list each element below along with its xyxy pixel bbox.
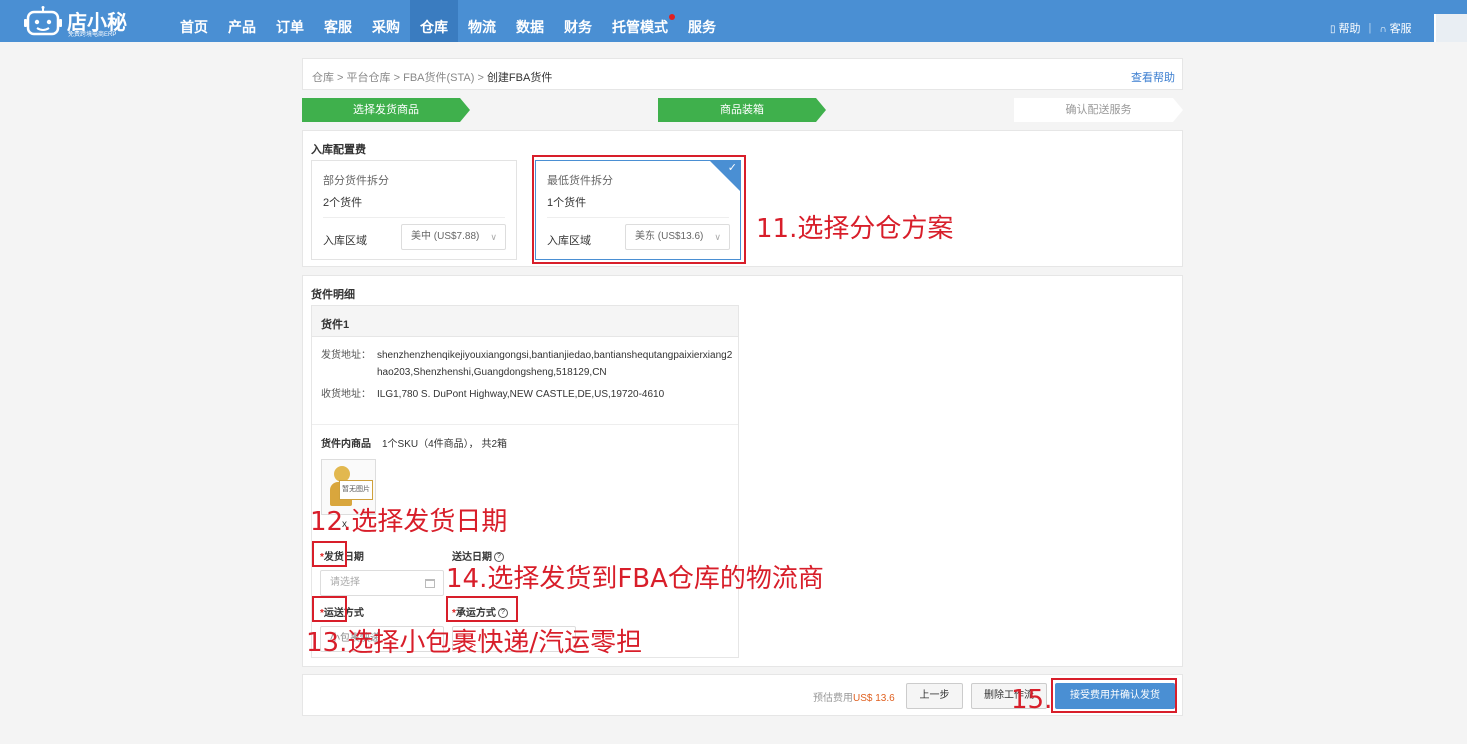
shipment-detail-section: 货件明细 货件1 发货地址： shenzhenzhenqikejiyouxian… [302, 275, 1183, 667]
book-icon: ▯ [1330, 24, 1336, 35]
shipment-name: 货件1 [321, 319, 350, 331]
breadcrumb-bar: 仓库 > 平台仓库 > FBA货件(STA) > 创建FBA货件 查看帮助 [302, 58, 1183, 90]
help-link[interactable]: ▯ 帮助 [1330, 20, 1361, 36]
annotation-14: 14.选择发货到FBA仓库的物流商 [446, 564, 824, 594]
logo-slogan: 免费跨境电商ERP [68, 32, 117, 38]
shipment-card: 货件1 发货地址： shenzhenzhenqikejiyouxiangongs… [311, 305, 739, 658]
question-icon[interactable]: ? [494, 552, 504, 563]
prev-step-button[interactable]: 上一步 [906, 683, 963, 709]
breadcrumb-fba-shipment[interactable]: FBA货件(STA) [403, 72, 474, 84]
nav-orders[interactable]: 订单 [266, 0, 314, 42]
notification-dot [669, 14, 675, 20]
robot-logo-icon [24, 6, 62, 36]
calendar-icon [425, 579, 435, 588]
ship-date-picker[interactable]: 请选择 [320, 570, 444, 596]
region-select[interactable]: 美中 (US$7.88) ∨ [401, 224, 506, 250]
breadcrumb-platform-warehouse[interactable]: 平台仓库 [347, 72, 391, 84]
nav-logistics[interactable]: 物流 [458, 0, 506, 42]
top-right-links: ▯ 帮助 | ∩ 客服 [1330, 20, 1412, 36]
annotation-12: 12.选择发货日期 [310, 507, 508, 537]
goods-label: 货件内商品 [321, 439, 371, 450]
placement-option-partial[interactable]: 部分货件拆分 2个货件 入库区域 美中 (US$7.88) ∨ [311, 160, 517, 260]
annotation-15: 15. [1011, 685, 1053, 715]
step-packing: 商品装箱 [658, 98, 826, 122]
nav-customer-service[interactable]: 客服 [314, 0, 362, 42]
step-select-products: 选择发货商品 [302, 98, 470, 122]
step-confirm-delivery: 确认配送服务 [1014, 98, 1183, 122]
annotation-11: 11.选择分仓方案 [756, 214, 954, 244]
section-title: 货件明细 [311, 289, 355, 301]
breadcrumb-warehouse[interactable]: 仓库 [312, 72, 334, 84]
nav-home[interactable]: 首页 [170, 0, 218, 42]
goods-count: 1个SKU（4件商品）， 共2箱 [382, 439, 508, 450]
nav-services[interactable]: 服务 [678, 0, 726, 42]
from-address: 发货地址： shenzhenzhenqikejiyouxiangongsi,ba… [321, 350, 733, 378]
divider: | [1368, 22, 1372, 34]
headset-icon: ∩ [1379, 24, 1387, 35]
main-nav: 首页 产品 订单 客服 采购 仓库 物流 数据 财务 托管模式 服务 [170, 0, 726, 42]
logo[interactable]: 店小秘 免费跨境电商ERP [22, 4, 132, 38]
nav-purchase[interactable]: 采购 [362, 0, 410, 42]
annotation-box-placement [532, 155, 746, 264]
chevron-down-icon: ∨ [490, 232, 497, 242]
user-avatar[interactable] [1434, 14, 1467, 42]
nav-products[interactable]: 产品 [218, 0, 266, 42]
section-title: 入库配置费 [311, 144, 366, 156]
service-link[interactable]: ∩ 客服 [1379, 20, 1411, 36]
nav-finance[interactable]: 财务 [554, 0, 602, 42]
top-navbar: 店小秘 免费跨境电商ERP 首页 产品 订单 客服 采购 仓库 物流 数据 财务… [0, 0, 1467, 42]
annotation-13: 13.选择小包裹快递/汽运零担 [306, 628, 643, 658]
breadcrumb: 仓库 > 平台仓库 > FBA货件(STA) > 创建FBA货件 [312, 72, 553, 84]
annotation-box-ship-date [312, 541, 347, 567]
step-progress: 选择发货商品 商品装箱 确认配送服务 [302, 98, 1183, 122]
annotation-box-confirm [1051, 678, 1177, 713]
nav-warehouse[interactable]: 仓库 [410, 0, 458, 42]
arrival-date-label: 送达日期? [452, 548, 504, 563]
annotation-box-transport [312, 596, 347, 622]
nav-hosting-mode[interactable]: 托管模式 [602, 0, 678, 42]
nav-data[interactable]: 数据 [506, 0, 554, 42]
annotation-box-carrier [446, 596, 518, 622]
breadcrumb-current: 创建FBA货件 [486, 72, 553, 84]
view-help-link[interactable]: 查看帮助 [1131, 69, 1175, 85]
estimated-fee: 预估费用US$ 13.6 [813, 693, 895, 704]
to-address: 收货地址： ILG1,780 S. DuPont Highway,NEW CAS… [321, 389, 665, 400]
